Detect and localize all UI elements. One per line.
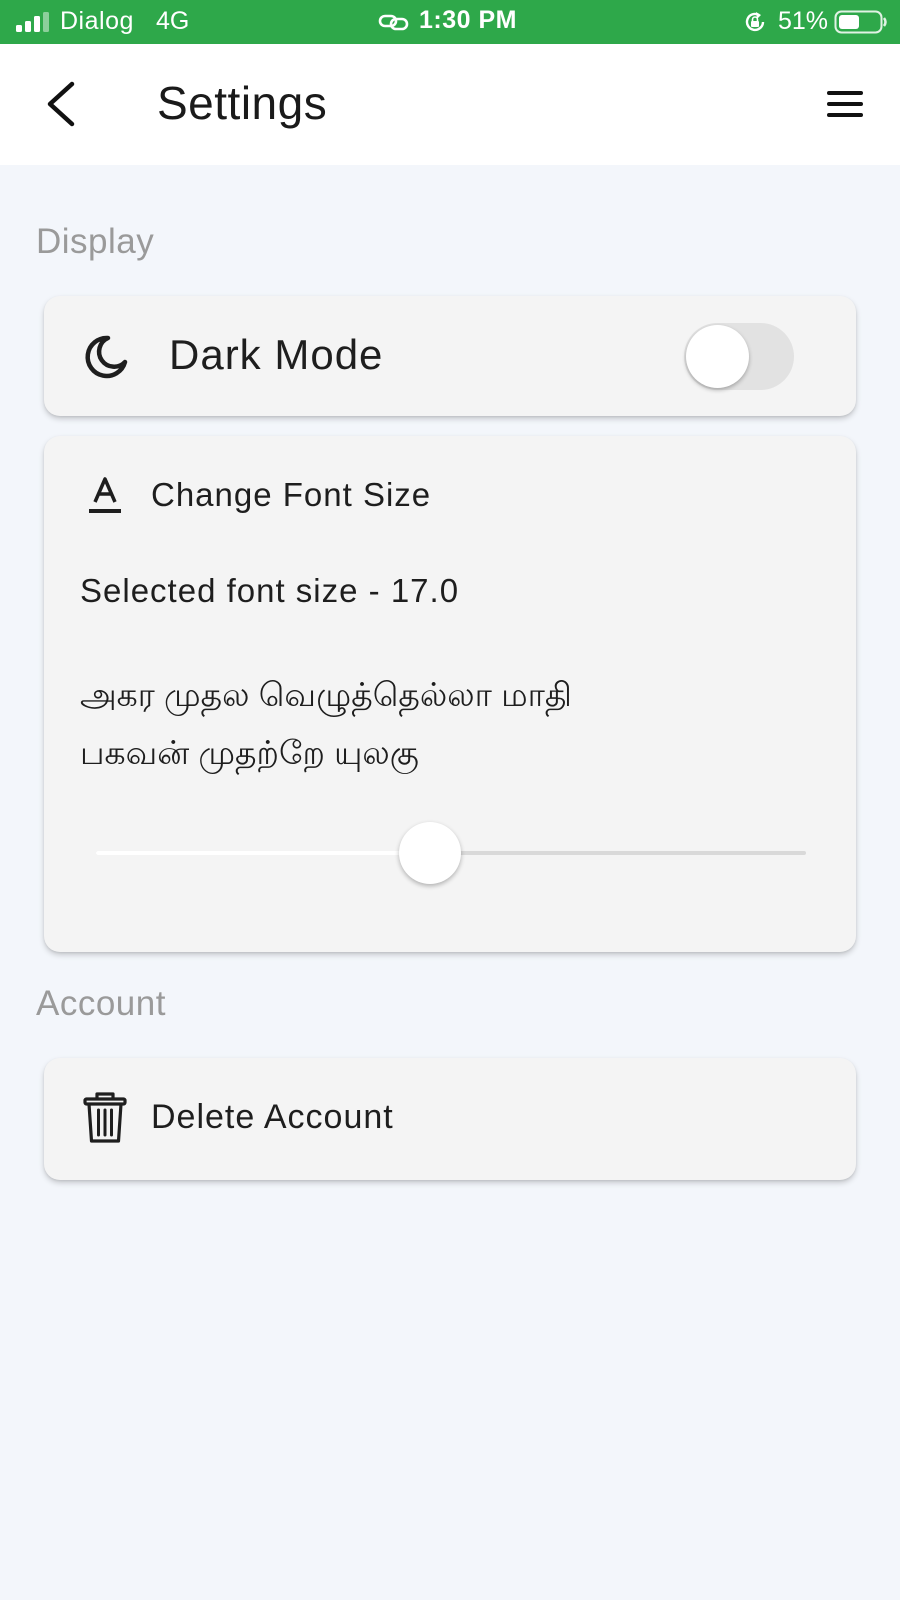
delete-account-label: Delete Account xyxy=(151,1098,394,1136)
font-size-slider[interactable] xyxy=(96,822,806,884)
trash-icon xyxy=(83,1092,127,1143)
network-type: 4G xyxy=(156,7,190,35)
slider-active-track xyxy=(96,851,430,855)
section-header-display: Display xyxy=(36,222,155,261)
font-size-card: Change Font Size Selected font size - 17… xyxy=(44,436,856,952)
dark-mode-toggle[interactable] xyxy=(684,323,794,390)
text-format-icon xyxy=(89,477,121,513)
moon-icon xyxy=(85,335,128,379)
signal-strength-icon xyxy=(16,12,49,32)
page-title: Settings xyxy=(157,77,328,129)
orientation-lock-icon xyxy=(745,12,765,32)
toggle-knob xyxy=(686,325,749,388)
delete-account-button[interactable]: Delete Account xyxy=(44,1058,856,1180)
dark-mode-row: Dark Mode xyxy=(44,296,856,416)
font-size-title: Change Font Size xyxy=(151,476,432,513)
font-preview-text: அகர முதல வெழுத்தெல்லா மாதி பகவன் முதற்றே… xyxy=(80,666,820,782)
status-bar: Dialog 4G 1:30 PM 51% xyxy=(0,0,900,44)
dark-mode-label: Dark Mode xyxy=(169,331,384,378)
clock-time: 1:30 PM xyxy=(419,6,517,34)
selected-font-size: Selected font size - 17.0 xyxy=(80,572,460,609)
personal-hotspot-link-icon xyxy=(378,14,409,31)
slider-thumb[interactable] xyxy=(399,822,461,884)
battery-percentage: 51% xyxy=(778,7,829,35)
carrier-name: Dialog xyxy=(60,7,134,35)
app-bar: Settings xyxy=(0,44,900,165)
back-chevron-icon[interactable] xyxy=(36,74,86,134)
section-header-account: Account xyxy=(36,984,166,1023)
battery-icon xyxy=(834,10,887,34)
hamburger-menu-icon[interactable] xyxy=(822,84,868,124)
font-preview-line: பகவன் முதற்றே யுலகு xyxy=(80,734,419,771)
font-preview-line: அகர முதல வெழுத்தெல்லா மாதி xyxy=(80,676,572,713)
